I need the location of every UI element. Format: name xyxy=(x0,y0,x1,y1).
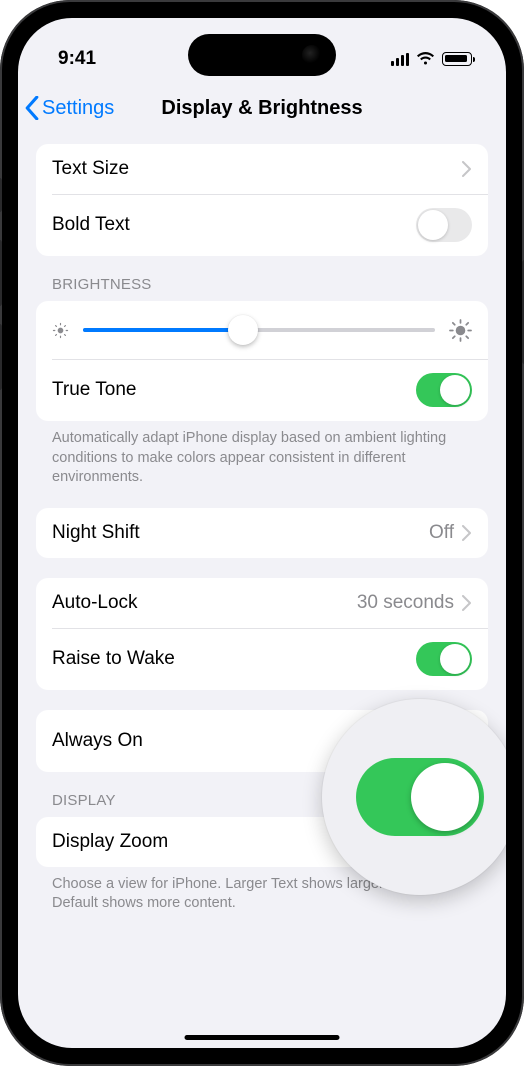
home-indicator[interactable] xyxy=(185,1035,340,1040)
text-size-label: Text Size xyxy=(52,158,462,180)
sun-large-icon xyxy=(449,319,472,342)
wifi-icon xyxy=(416,52,435,66)
night-shift-group: Night Shift Off xyxy=(36,508,488,558)
auto-lock-value: 30 seconds xyxy=(357,592,462,614)
status-indicators xyxy=(391,52,473,66)
brightness-header: BRIGHTNESS xyxy=(36,276,488,301)
night-shift-row[interactable]: Night Shift Off xyxy=(36,508,488,558)
magnified-always-on-toggle xyxy=(356,758,484,836)
back-label: Settings xyxy=(42,97,114,120)
back-button[interactable]: Settings xyxy=(24,96,114,120)
bold-text-toggle[interactable] xyxy=(416,208,472,242)
content[interactable]: Text Size Bold Text BRIGHTNESS xyxy=(18,134,506,1048)
true-tone-row: True Tone xyxy=(36,359,488,421)
raise-to-wake-toggle[interactable] xyxy=(416,642,472,676)
true-tone-toggle[interactable] xyxy=(416,373,472,407)
true-tone-label: True Tone xyxy=(52,379,416,401)
text-size-row[interactable]: Text Size xyxy=(36,144,488,194)
silent-switch xyxy=(0,178,2,212)
night-shift-label: Night Shift xyxy=(52,522,429,544)
nav-bar: Settings Display & Brightness xyxy=(18,80,506,134)
raise-to-wake-label: Raise to Wake xyxy=(52,648,416,670)
auto-lock-row[interactable]: Auto-Lock 30 seconds xyxy=(36,578,488,628)
chevron-right-icon xyxy=(462,525,472,541)
status-time: 9:41 xyxy=(58,48,96,70)
phone-frame: 9:41 Settings Display & Brightness xyxy=(0,0,524,1066)
dynamic-island xyxy=(188,34,336,76)
bold-text-row: Bold Text xyxy=(36,194,488,256)
chevron-left-icon xyxy=(24,96,40,120)
screen: 9:41 Settings Display & Brightness xyxy=(18,18,506,1048)
brightness-slider-row xyxy=(36,301,488,359)
magnified-callout xyxy=(322,699,506,895)
cellular-signal-icon xyxy=(391,53,410,66)
autolock-group: Auto-Lock 30 seconds Raise to Wake xyxy=(36,578,488,690)
brightness-group: True Tone xyxy=(36,301,488,421)
battery-icon xyxy=(442,52,472,66)
true-tone-footer: Automatically adapt iPhone display based… xyxy=(36,421,488,488)
brightness-slider[interactable] xyxy=(83,328,435,332)
text-group: Text Size Bold Text xyxy=(36,144,488,256)
sun-small-icon xyxy=(52,322,69,339)
brightness-slider-thumb[interactable] xyxy=(228,315,258,345)
raise-to-wake-row: Raise to Wake xyxy=(36,628,488,690)
volume-up-button xyxy=(0,240,2,306)
auto-lock-label: Auto-Lock xyxy=(52,592,357,614)
night-shift-value: Off xyxy=(429,522,462,544)
chevron-right-icon xyxy=(462,595,472,611)
bold-text-label: Bold Text xyxy=(52,214,416,236)
chevron-right-icon xyxy=(462,161,472,177)
volume-down-button xyxy=(0,324,2,390)
